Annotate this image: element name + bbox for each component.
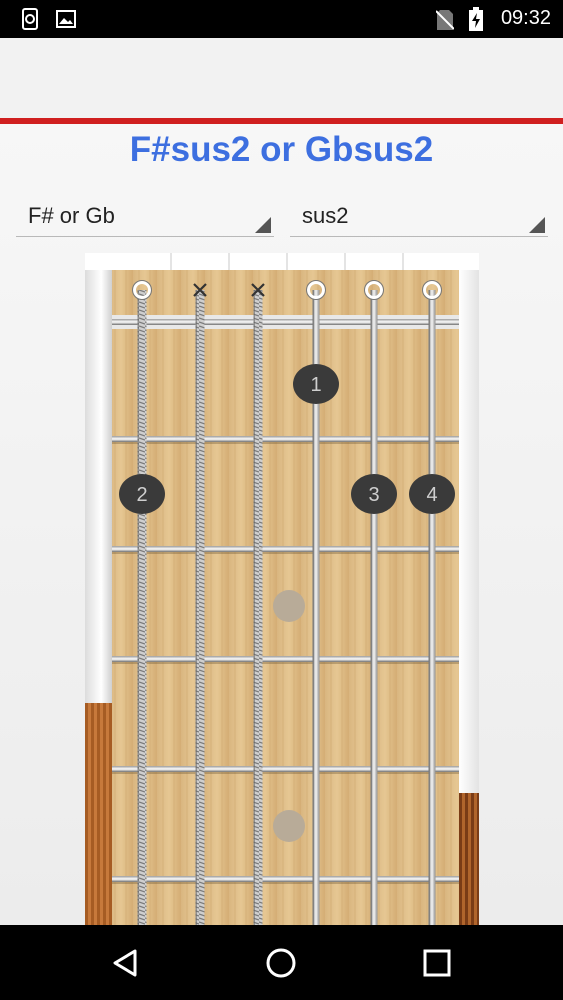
- finger-dot: 4: [409, 474, 455, 514]
- no-sim-icon: [435, 9, 455, 35]
- image-icon: [56, 10, 76, 32]
- finger-dot: 3: [351, 474, 397, 514]
- dropdown-arrow-icon: [255, 217, 271, 233]
- navigation-bar: [0, 925, 563, 1000]
- chord-type-value: sus2: [302, 203, 349, 228]
- screen-rotation-icon: [20, 8, 40, 34]
- header-strip: [85, 253, 479, 270]
- finger-dot: 1: [293, 364, 339, 404]
- fret-wire: [112, 766, 459, 772]
- action-bar: [0, 38, 563, 118]
- fretboard-drawing: 1 2 3 4: [85, 253, 479, 925]
- chord-title: F#sus2 or Gbsus2: [129, 130, 434, 169]
- battery-charging-icon: [468, 7, 484, 35]
- fret-inlay-dot: [273, 810, 305, 842]
- back-icon[interactable]: [105, 943, 145, 983]
- finger-number: 3: [368, 484, 379, 506]
- fret-wire: [112, 876, 459, 882]
- chord-type-select[interactable]: sus2: [290, 195, 548, 237]
- root-note-select[interactable]: F# or Gb: [16, 195, 274, 237]
- home-icon[interactable]: [261, 943, 301, 983]
- fretboard[interactable]: 1 2 3 4: [85, 253, 479, 925]
- finger-number: 1: [310, 374, 321, 396]
- fret-wire: [112, 546, 459, 552]
- fret-wire: [112, 436, 459, 442]
- fret-inlay-dot: [273, 590, 305, 622]
- recents-icon[interactable]: [417, 943, 457, 983]
- fret-wire: [112, 656, 459, 662]
- dropdown-arrow-icon: [529, 217, 545, 233]
- finger-number: 2: [136, 484, 147, 506]
- root-note-value: F# or Gb: [28, 203, 115, 228]
- status-bar: 09:32: [0, 0, 563, 38]
- finger-dot: 2: [119, 474, 165, 514]
- clock: 09:32: [500, 7, 551, 29]
- finger-number: 4: [426, 484, 437, 506]
